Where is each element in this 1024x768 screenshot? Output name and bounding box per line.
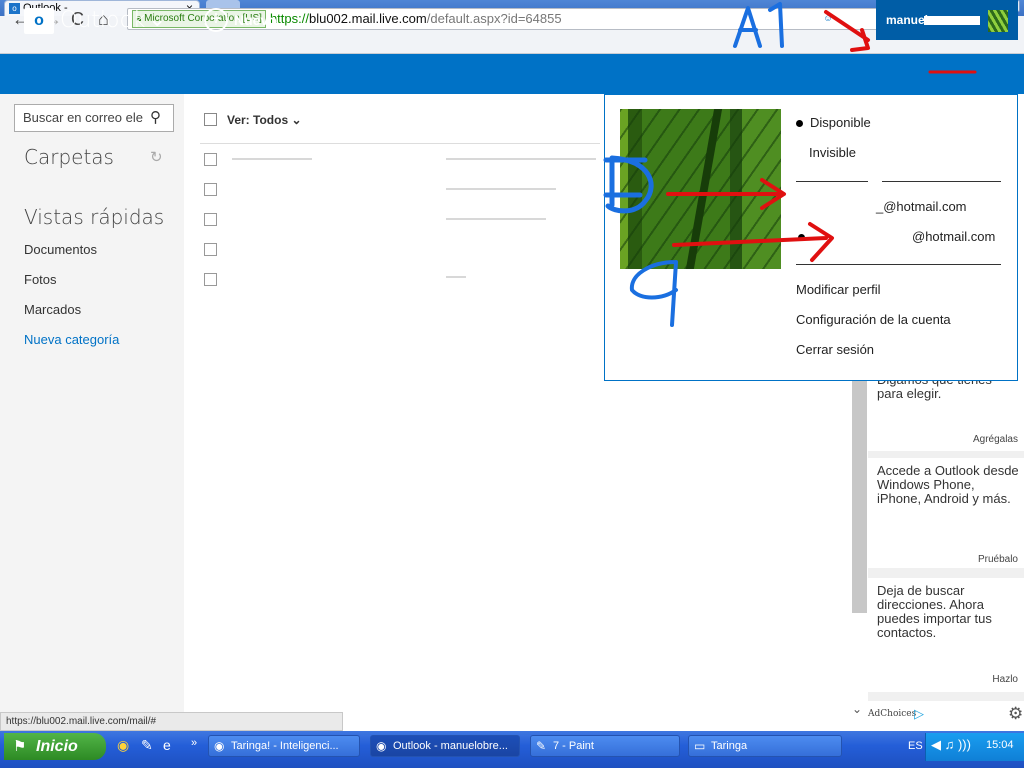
quicklaunch-overflow-icon[interactable]: »	[191, 737, 197, 749]
status-invisible-option[interactable]: Invisible	[809, 145, 856, 160]
message-row-redacted[interactable]	[446, 276, 466, 278]
folders-heading[interactable]: Carpetas	[24, 145, 114, 169]
taskbar-item[interactable]: ✎ 7 - Paint	[530, 735, 680, 757]
new-plus-icon[interactable]: +	[204, 8, 228, 32]
language-indicator[interactable]: ES	[908, 740, 923, 752]
account-option-1[interactable]: _@hotmail.com	[876, 199, 967, 214]
sign-out-link[interactable]: Cerrar sesión	[796, 342, 874, 357]
quick-views-heading: Vistas rápidas	[24, 205, 165, 229]
tray-network-volume-icon[interactable]: ◀ ♫ )))	[931, 737, 971, 753]
quick-view-documents[interactable]: Documentos	[24, 242, 97, 257]
select-all-checkbox[interactable]	[204, 113, 217, 126]
url-host: blu002.mail.live.com	[308, 11, 427, 26]
message-row-redacted[interactable]	[446, 188, 556, 190]
left-sidebar	[0, 94, 184, 714]
ad-text: Deja de buscar direcciones. Ahora puedes…	[877, 583, 992, 640]
internet-explorer-icon[interactable]: e	[163, 737, 171, 753]
taskbar-item[interactable]: ◉ Taringa! - Inteligenci...	[208, 735, 360, 757]
ad-cta-link[interactable]: Agrégalas	[868, 434, 1018, 445]
chrome-icon: ◉	[214, 739, 225, 753]
chevron-down-icon: ⌄	[291, 113, 302, 127]
taskbar-item-label: Taringa	[711, 740, 748, 752]
outlook-brand[interactable]: Outlook	[60, 8, 146, 33]
quick-view-photos[interactable]: Fotos	[24, 272, 57, 287]
status-url-bubble: https://blu002.mail.live.com/mail/#	[0, 712, 343, 731]
ad-rail-scrollbar[interactable]	[852, 381, 867, 613]
url-path: /default.aspx?id=64855	[426, 11, 562, 26]
taskbar-item-label: 7 - Paint	[553, 740, 594, 752]
view-filter-label: Ver: Todos	[227, 113, 289, 127]
message-row-checkbox[interactable]	[204, 213, 217, 226]
view-filter-dropdown[interactable]: Ver: Todos ⌄	[227, 113, 302, 127]
messenger-icon[interactable]: ☺	[820, 11, 836, 25]
outlook-logo-icon[interactable]: o	[24, 8, 54, 34]
edit-profile-link[interactable]: Modificar perfil	[796, 282, 881, 297]
message-row-redacted[interactable]	[446, 218, 546, 220]
menu-divider	[796, 264, 1001, 265]
folder-icon: ▭	[694, 739, 706, 753]
user-avatar[interactable]	[988, 10, 1008, 32]
taskbar-item-label: Outlook - manuelobre...	[393, 740, 508, 752]
app-switcher-chevron-icon[interactable]: ⌄	[148, 6, 166, 32]
ad-cta-link[interactable]: Hazlo	[868, 674, 1018, 685]
list-divider	[200, 143, 600, 144]
paint-icon: ✎	[536, 739, 547, 753]
message-row-redacted[interactable]	[446, 158, 596, 160]
ad-text: Accede a Outlook desde Windows Phone, iP…	[877, 463, 1019, 506]
ad-settings-gear-icon[interactable]: ⚙	[1008, 704, 1023, 724]
outlook-header	[0, 54, 1024, 94]
collapse-chevron-icon[interactable]: ⌄	[852, 702, 862, 716]
settings-gear-icon[interactable]: ⚙	[850, 7, 867, 30]
message-row-checkbox[interactable]	[204, 183, 217, 196]
message-row-checkbox[interactable]	[204, 273, 217, 286]
chrome-icon: ◉	[376, 739, 387, 753]
taskbar-item-label: Taringa! - Inteligenci...	[231, 740, 339, 752]
search-icon[interactable]: ⚲	[150, 108, 161, 126]
active-account-bullet-icon	[798, 234, 805, 241]
chrome-icon[interactable]: ◉	[117, 737, 129, 754]
taskbar-item[interactable]: ▭ Taringa	[688, 735, 842, 757]
ad-cta-link[interactable]: Pruébalo	[868, 554, 1018, 565]
selected-status-bullet-icon	[796, 120, 803, 127]
refresh-icon[interactable]: ↻	[150, 148, 163, 166]
message-row-checkbox[interactable]	[204, 243, 217, 256]
message-row-redacted[interactable]	[232, 158, 312, 160]
clock[interactable]: 15:04	[986, 739, 1014, 751]
message-row-checkbox[interactable]	[204, 153, 217, 166]
account-settings-link[interactable]: Configuración de la cuenta	[796, 312, 951, 327]
status-available-option[interactable]: Disponible	[810, 115, 871, 130]
windows-flag-icon: ⚑	[13, 738, 27, 755]
taskbar-item-active[interactable]: ◉ Outlook - manuelobre...	[370, 735, 520, 757]
new-message-button[interactable]: Nuevo	[234, 12, 277, 28]
menu-divider	[882, 181, 1001, 182]
menu-divider	[796, 181, 868, 182]
adchoices-icon[interactable]: ▷	[914, 706, 924, 722]
user-name[interactable]: manuel	[886, 13, 928, 27]
new-category-link[interactable]: Nueva categoría	[24, 332, 119, 347]
user-name-redaction	[924, 16, 980, 25]
adchoices-link[interactable]: AdChoices	[868, 709, 916, 719]
paint-icon[interactable]: ✎	[141, 737, 153, 754]
quick-view-flagged[interactable]: Marcados	[24, 302, 81, 317]
account-option-2[interactable]: @hotmail.com	[912, 229, 995, 244]
